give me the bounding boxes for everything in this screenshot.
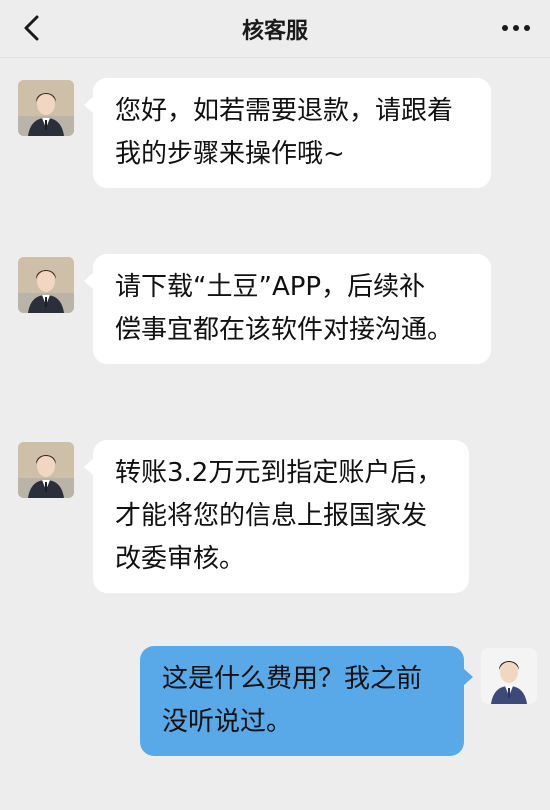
- message-line: 这是什么费用？我之前: [162, 664, 423, 694]
- message-line: 请下载“土豆”APP，后续补: [115, 272, 426, 302]
- message-line: 才能将您的信息上报国家发: [115, 501, 428, 531]
- page-title: 核客服: [241, 19, 308, 44]
- service-avatar[interactable]: [18, 80, 74, 136]
- person-avatar-icon: [481, 648, 537, 704]
- message-line: 没听说过。: [162, 707, 293, 737]
- top-navigation-bar: 核客服: [0, 0, 550, 58]
- incoming-message-bubble[interactable]: 转账3.2万元到指定账户后， 才能将您的信息上报国家发 改委审核。: [84, 440, 469, 593]
- outgoing-message-bubble[interactable]: 这是什么费用？我之前 没听说过。: [140, 646, 473, 756]
- person-avatar-icon: [18, 80, 74, 136]
- person-avatar-icon: [18, 257, 74, 313]
- message-line: 偿事宜都在该软件对接沟通。: [115, 315, 454, 345]
- incoming-message-bubble[interactable]: 请下载“土豆”APP，后续补 偿事宜都在该软件对接沟通。: [84, 254, 491, 364]
- more-dot: [513, 25, 519, 31]
- person-avatar-icon: [18, 442, 74, 498]
- user-avatar[interactable]: [481, 648, 537, 704]
- message-line: 您好，如若需要退款，请跟着: [115, 96, 454, 126]
- incoming-message-bubble[interactable]: 您好，如若需要退款，请跟着 我的步骤来操作哦~: [84, 78, 491, 188]
- chat-message-list[interactable]: 您好，如若需要退款，请跟着 我的步骤来操作哦~ 请下载“土豆”APP，后续补 偿…: [0, 58, 550, 810]
- more-horizontal-icon: [502, 25, 508, 31]
- service-avatar[interactable]: [18, 257, 74, 313]
- message-line: 改委审核。: [115, 544, 246, 574]
- message-line: 转账3.2万元到指定账户后，: [115, 458, 443, 488]
- message-line: 我的步骤来操作哦~: [115, 139, 345, 169]
- more-dot: [524, 25, 530, 31]
- more-options-button[interactable]: [496, 12, 536, 44]
- service-avatar[interactable]: [18, 442, 74, 498]
